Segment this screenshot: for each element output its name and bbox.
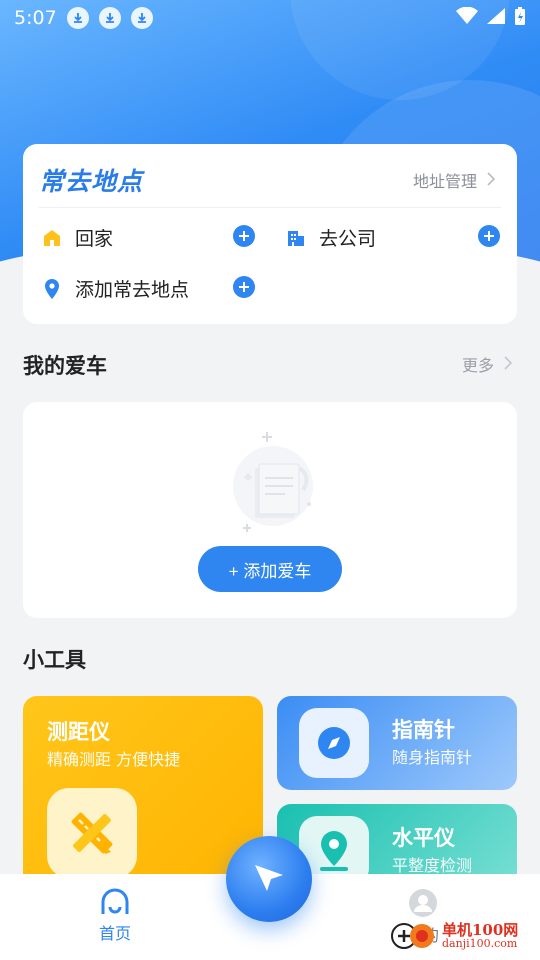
my-cars-card: + 添加爱车 — [23, 402, 517, 618]
watermark-en: danji100.com — [442, 937, 518, 951]
empty-document-icon — [223, 426, 323, 536]
battery-icon — [514, 6, 526, 30]
status-bar: 5:07 — [0, 0, 540, 36]
frequent-places-card: 常去地点 地址管理 回家 去公司 添加常去地点 — [23, 144, 517, 324]
frequent-places-title: 常去地点 — [39, 167, 144, 196]
place-add-frequent[interactable]: 添加常去地点 — [41, 275, 189, 302]
add-home-button[interactable] — [233, 225, 255, 247]
chevron-right-icon — [487, 171, 496, 190]
home-icon — [41, 227, 63, 249]
download-icon — [98, 7, 121, 29]
tool-level-name: 水平仪 — [392, 826, 455, 850]
watermark: 单机100网 danji100.com — [390, 916, 518, 956]
tool-compass-desc: 随身指南针 — [392, 748, 473, 767]
navigation-arrow-icon — [249, 857, 289, 901]
wifi-icon — [456, 6, 478, 29]
divider — [39, 207, 501, 208]
building-icon — [285, 227, 307, 249]
chevron-right-icon — [504, 355, 513, 374]
place-company[interactable]: 去公司 — [285, 224, 376, 251]
tab-home-label: 首页 — [98, 924, 131, 943]
tool-rangefinder-name: 测距仪 — [47, 720, 110, 744]
tool-compass-card[interactable]: 指南针 随身指南针 — [277, 696, 517, 790]
download-icon — [130, 7, 153, 29]
signal-icon — [486, 7, 506, 29]
tool-rangefinder-desc: 精确测距 方便快捷 — [47, 750, 181, 769]
navigation-button[interactable] — [226, 836, 312, 922]
location-pin-icon — [41, 278, 63, 300]
address-manage-link[interactable]: 地址管理 — [412, 168, 496, 192]
address-manage-label: 地址管理 — [412, 172, 477, 191]
more-label: 更多 — [461, 356, 494, 375]
my-cars-more-link[interactable]: 更多 — [461, 352, 513, 376]
my-cars-title: 我的爱车 — [23, 354, 107, 378]
status-time: 5:07 — [14, 7, 57, 29]
compass-icon — [299, 708, 369, 778]
add-car-button[interactable]: + 添加爱车 — [198, 546, 342, 592]
place-home[interactable]: 回家 — [41, 224, 113, 251]
ruler-pencil-icon — [47, 788, 137, 878]
watermark-cn: 单机100网 — [442, 920, 519, 939]
download-icon — [66, 7, 89, 29]
place-home-label: 回家 — [75, 228, 114, 250]
tool-compass-name: 指南针 — [392, 718, 455, 742]
home-tab-icon — [99, 888, 131, 920]
watermark-logo-icon — [390, 914, 436, 958]
tools-title: 小工具 — [23, 648, 86, 672]
place-add-frequent-label: 添加常去地点 — [75, 279, 190, 301]
place-company-label: 去公司 — [319, 228, 377, 250]
tool-level-desc: 平整度检测 — [392, 856, 473, 875]
add-frequent-place-button[interactable] — [233, 276, 255, 298]
tab-home[interactable]: 首页 — [80, 888, 150, 944]
add-company-button[interactable] — [478, 225, 500, 247]
